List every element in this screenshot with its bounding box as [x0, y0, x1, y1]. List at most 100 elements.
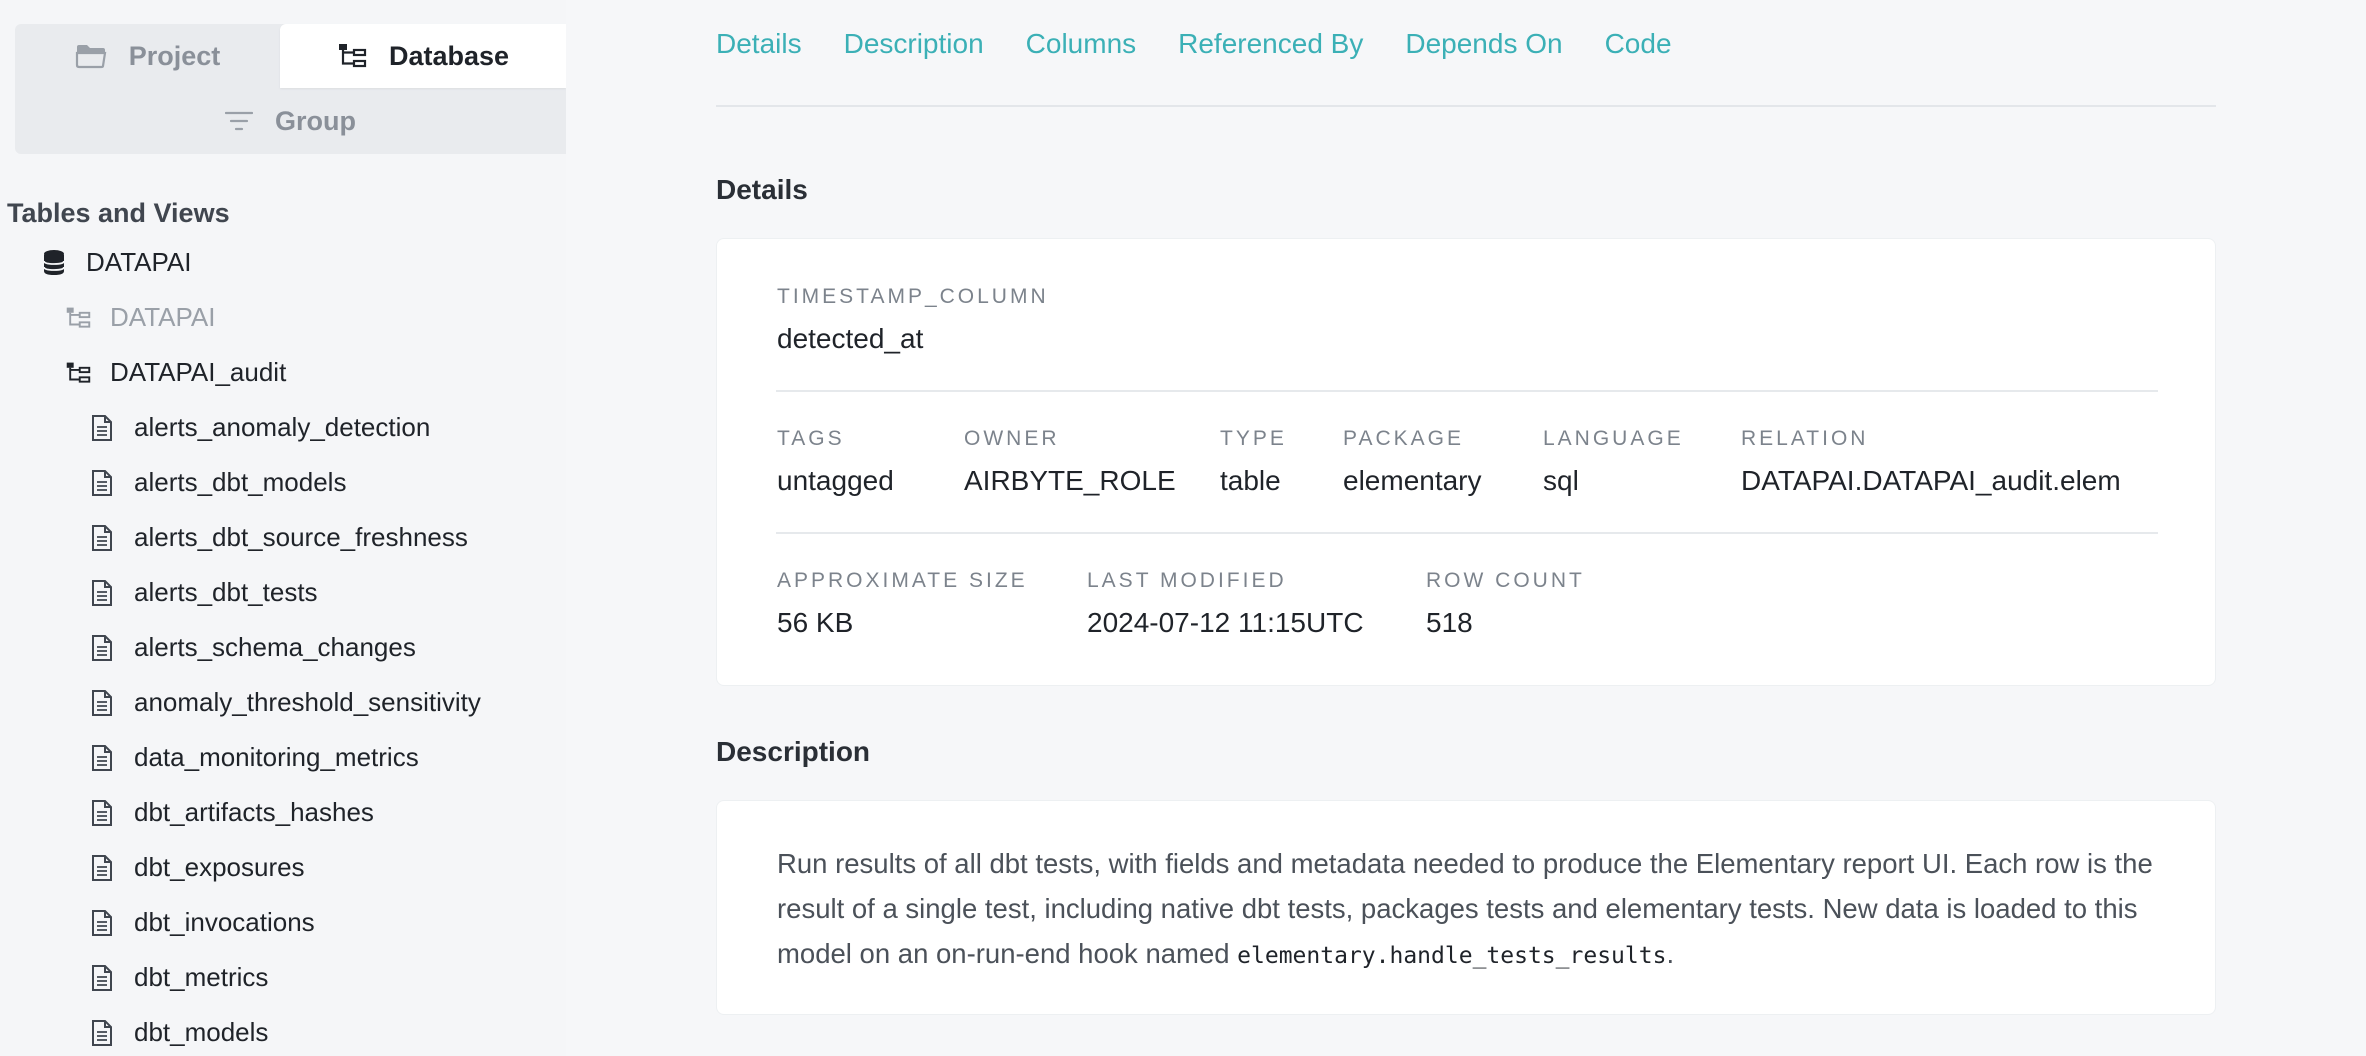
meta-value: AIRBYTE_ROLE [964, 465, 1176, 496]
file-text-icon [88, 524, 116, 552]
file-text-icon [88, 964, 116, 992]
schema-tree-icon [64, 305, 92, 331]
meta-tags: TAGS untagged [777, 427, 964, 497]
tree-item-label: alerts_dbt_source_freshness [134, 522, 468, 552]
tree-item-label: dbt_artifacts_hashes [134, 797, 374, 827]
schema-tree-icon [64, 360, 92, 386]
tables-tree: DATAPAI DATAPAI DATAPAI_audit alerts_ano… [0, 235, 566, 1056]
database-icon [40, 249, 68, 277]
tree-item-table[interactable]: alerts_dbt_tests [0, 565, 566, 620]
meta-value: 2024-07-12 11:15UTC [1087, 607, 1364, 638]
hook-name-code: elementary.handle_tests_results [1237, 943, 1667, 969]
file-text-icon [88, 689, 116, 717]
meta-label: ROW COUNT [1426, 569, 1585, 592]
group-button[interactable]: Group [15, 88, 566, 154]
tab-columns[interactable]: Columns [1026, 28, 1136, 60]
meta-label: LAST MODIFIED [1087, 569, 1287, 592]
meta-owner: OWNER AIRBYTE_ROLE [964, 427, 1220, 497]
description-text: Run results of all dbt tests, with field… [777, 841, 2157, 979]
schema-tree-icon [338, 44, 367, 68]
file-text-icon [88, 744, 116, 772]
tree-item-table[interactable]: dbt_models [0, 1005, 566, 1056]
description-suffix: . [1666, 938, 1675, 969]
tree-item-table[interactable]: alerts_schema_changes [0, 620, 566, 675]
tree-item-table[interactable]: dbt_invocations [0, 895, 566, 950]
details-card: TIMESTAMP_COLUMN detected_at TAGS untagg… [716, 238, 2216, 686]
tree-item-table[interactable]: data_monitoring_metrics [0, 730, 566, 785]
tree-item-label: dbt_metrics [134, 962, 269, 992]
meta-value: 56 KB [777, 607, 854, 638]
tree-item-table[interactable]: dbt_metrics [0, 950, 566, 1005]
meta-value: table [1220, 465, 1281, 496]
tree-item-label: data_monitoring_metrics [134, 742, 419, 772]
folder-icon [75, 45, 107, 69]
main-panel: Details Description Columns Referenced B… [716, 0, 2216, 1056]
tab-project[interactable]: Project [15, 24, 280, 88]
meta-label: RELATION [1741, 427, 1869, 450]
file-text-icon [88, 1019, 116, 1047]
meta-last-modified: LAST MODIFIED 2024-07-12 11:15UTC [1087, 569, 1426, 639]
tab-project-label: Project [128, 40, 221, 71]
tree-item-table[interactable]: alerts_dbt_source_freshness [0, 510, 566, 565]
tab-referenced-by[interactable]: Referenced By [1178, 28, 1363, 60]
stats-row: APPROXIMATE SIZE 56 KB LAST MODIFIED 202… [777, 569, 2157, 639]
divider [776, 532, 2158, 534]
tab-details[interactable]: Details [716, 28, 802, 60]
meta-label: TAGS [777, 427, 845, 450]
meta-value: 518 [1426, 607, 1473, 638]
file-text-icon [88, 799, 116, 827]
file-text-icon [88, 414, 116, 442]
meta-value: sql [1543, 465, 1579, 496]
meta-row-count: ROW COUNT 518 [1426, 569, 1585, 639]
file-text-icon [88, 634, 116, 662]
meta-relation: RELATION DATAPAI.DATAPAI_audit.elem [1741, 427, 2121, 497]
group-label: Group [275, 105, 356, 136]
description-card: Run results of all dbt tests, with field… [716, 800, 2216, 1015]
meta-value: elementary [1343, 465, 1482, 496]
tree-item-label: alerts_schema_changes [134, 632, 416, 662]
meta-value: DATAPAI.DATAPAI_audit.elem [1741, 465, 2121, 496]
tree-item-label: dbt_models [134, 1017, 269, 1047]
tree-item-schema[interactable]: DATAPAI_audit [0, 345, 566, 400]
timestamp-row: TIMESTAMP_COLUMN detected_at [777, 285, 2157, 355]
tree-item-schema[interactable]: DATAPAI [0, 290, 566, 345]
tree-item-table[interactable]: dbt_exposures [0, 840, 566, 895]
table-list: alerts_anomaly_detection alerts_dbt_model… [0, 400, 566, 1056]
meta-package: PACKAGE elementary [1343, 427, 1543, 497]
meta-label: PACKAGE [1343, 427, 1464, 450]
tree-item-label: alerts_dbt_models [134, 467, 347, 497]
tree-title: Tables and Views [7, 198, 230, 228]
filter-lines-icon [225, 111, 253, 131]
file-text-icon [88, 854, 116, 882]
tree-item-table[interactable]: dbt_artifacts_hashes [0, 785, 566, 840]
details-heading: Details [716, 174, 808, 205]
file-text-icon [88, 469, 116, 497]
tree-item-label: dbt_invocations [134, 907, 315, 937]
tab-database[interactable]: Database [280, 24, 566, 88]
tree-item-table[interactable]: alerts_dbt_models [0, 455, 566, 510]
tree-item-table[interactable]: anomaly_threshold_sensitivity [0, 675, 566, 730]
tree-item-database[interactable]: DATAPAI [0, 235, 566, 290]
meta-label: OWNER [964, 427, 1060, 450]
tab-code[interactable]: Code [1605, 28, 1672, 60]
meta-value: untagged [777, 465, 894, 496]
tab-description[interactable]: Description [844, 28, 984, 60]
tree-item-label: alerts_anomaly_detection [134, 412, 431, 442]
tree-item-label: dbt_exposures [134, 852, 305, 882]
tree-item-label: DATAPAI_audit [110, 357, 287, 387]
description-heading: Description [716, 736, 871, 767]
tree-item-table[interactable]: alerts_anomaly_detection [0, 400, 566, 455]
tab-depends-on[interactable]: Depends On [1405, 28, 1562, 60]
tab-database-label: Database [388, 40, 510, 71]
meta-value: detected_at [777, 323, 924, 354]
meta-type: TYPE table [1220, 427, 1343, 497]
meta-approximate-size: APPROXIMATE SIZE 56 KB [777, 569, 1087, 639]
divider [716, 105, 2216, 107]
tree-item-label: DATAPAI [110, 302, 216, 332]
meta-label: TYPE [1220, 427, 1287, 450]
divider [776, 390, 2158, 392]
section-tabs: Details Description Columns Referenced B… [716, 28, 1672, 60]
file-text-icon [88, 579, 116, 607]
meta-language: LANGUAGE sql [1543, 427, 1741, 497]
properties-row: TAGS untagged OWNER AIRBYTE_ROLE TYPE ta… [777, 427, 2157, 497]
